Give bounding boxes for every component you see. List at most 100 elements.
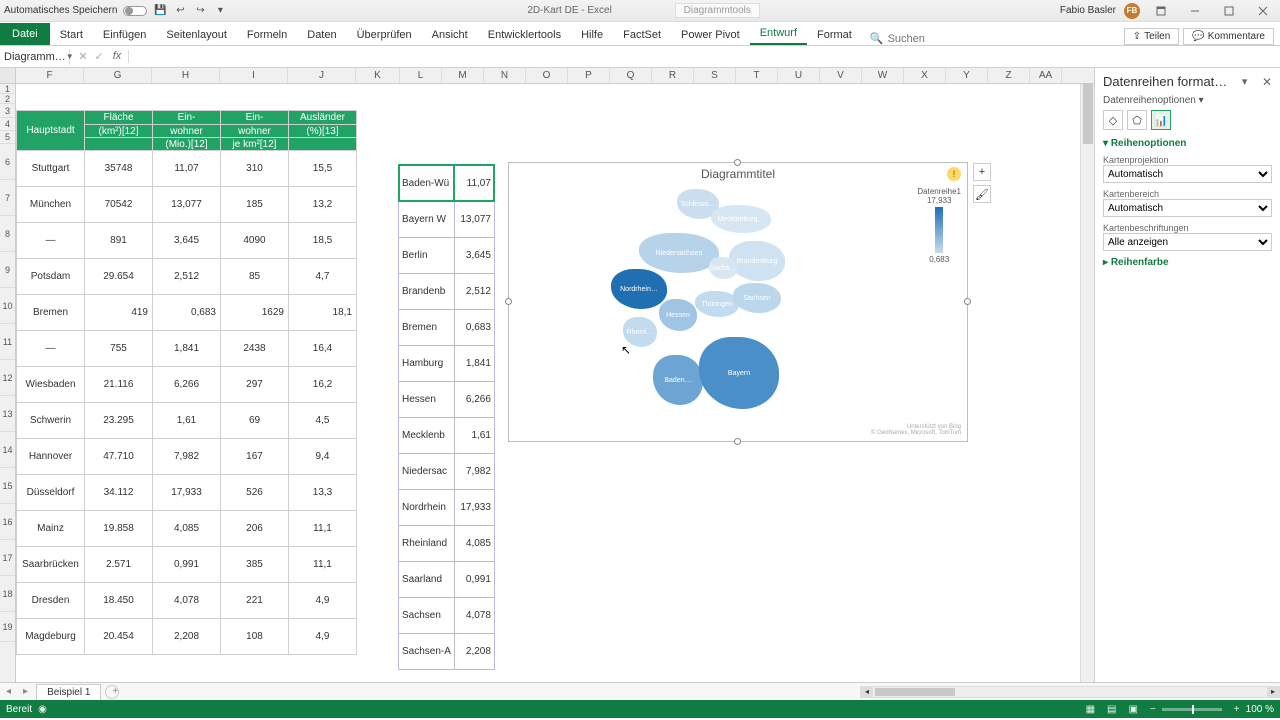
resize-handle[interactable] [505, 298, 512, 305]
map-region[interactable]: Sachs… [709, 257, 737, 279]
autosave-toggle[interactable] [123, 6, 147, 16]
share-button[interactable]: ⇪Teilen [1124, 28, 1180, 45]
chevron-down-icon[interactable]: ▾ [1199, 95, 1204, 106]
column-header[interactable]: Z [988, 68, 1030, 83]
close-button[interactable] [1250, 2, 1276, 20]
column-header[interactable]: J [288, 68, 356, 83]
column-header[interactable]: V [820, 68, 862, 83]
column-header[interactable]: Y [946, 68, 988, 83]
sheet-nav-next[interactable]: ▸ [17, 686, 34, 697]
column-header[interactable]: H [152, 68, 220, 83]
ribbon-options-icon[interactable] [1148, 2, 1174, 20]
row-header[interactable]: 5 [0, 131, 15, 144]
redo-icon[interactable]: ↪ [193, 4, 207, 18]
scrollbar-thumb[interactable] [1083, 84, 1093, 144]
tab-ueberpruefen[interactable]: Überprüfen [347, 25, 422, 45]
column-header[interactable]: G [84, 68, 152, 83]
scroll-right-icon[interactable]: ▸ [1267, 687, 1279, 697]
user-avatar[interactable]: FB [1124, 3, 1140, 19]
select-all-corner[interactable] [0, 68, 16, 83]
save-icon[interactable]: 💾 [153, 4, 167, 18]
chart-warning-icon[interactable]: ! [947, 167, 961, 181]
map-region[interactable]: Hessen [659, 299, 697, 331]
view-normal-icon[interactable]: ▦ [1086, 704, 1095, 715]
comments-button[interactable]: 💬Kommentare [1183, 28, 1274, 45]
chart-elements-button[interactable]: + [973, 163, 991, 181]
scrollbar-thumb[interactable] [875, 688, 955, 696]
resize-handle[interactable] [734, 159, 741, 166]
macro-record-icon[interactable]: ◉ [38, 704, 47, 715]
map-region[interactable]: Baden… [653, 355, 703, 405]
tab-daten[interactable]: Daten [297, 25, 346, 45]
row-header[interactable]: 12 [0, 360, 15, 396]
zoom-out-button[interactable]: − [1150, 704, 1156, 715]
sheet-nav-prev[interactable]: ◂ [0, 686, 17, 697]
tab-formeln[interactable]: Formeln [237, 25, 297, 45]
tab-hilfe[interactable]: Hilfe [571, 25, 613, 45]
worksheet[interactable]: FGHIJKLMNOPQRSTUVWXYZAA 1234567891011121… [0, 68, 1094, 682]
section-series-color[interactable]: Reihenfarbe [1103, 257, 1272, 268]
series-options-icon[interactable]: 📊 [1151, 110, 1171, 130]
tab-factset[interactable]: FactSet [613, 25, 671, 45]
row-header[interactable]: 19 [0, 612, 15, 642]
pane-dropdown-icon[interactable]: ▾ [1242, 75, 1248, 88]
row-header[interactable]: 2 [0, 94, 15, 104]
row-header[interactable]: 16 [0, 504, 15, 540]
column-header[interactable]: T [736, 68, 778, 83]
effects-options-icon[interactable]: ⬠ [1127, 110, 1147, 130]
column-header[interactable]: AA [1030, 68, 1062, 83]
cancel-formula-icon[interactable]: ✕ [76, 50, 90, 63]
column-header[interactable]: K [356, 68, 400, 83]
view-pagebreak-icon[interactable]: ▣ [1129, 704, 1138, 715]
tab-format[interactable]: Format [807, 25, 862, 45]
projection-select[interactable]: Automatisch [1103, 165, 1272, 183]
map-region[interactable]: Brandenburg [729, 241, 785, 281]
tab-einfuegen[interactable]: Einfügen [93, 25, 156, 45]
map-area-select[interactable]: Automatisch [1103, 199, 1272, 217]
column-header[interactable]: L [400, 68, 442, 83]
row-header[interactable]: 6 [0, 144, 15, 180]
undo-icon[interactable]: ↩ [173, 4, 187, 18]
chart-styles-button[interactable]: 🖌 [973, 185, 991, 203]
tab-powerpivot[interactable]: Power Pivot [671, 25, 750, 45]
row-header[interactable]: 14 [0, 432, 15, 468]
sheet-tab[interactable]: Beispiel 1 [36, 684, 101, 700]
add-sheet-button[interactable]: + [105, 685, 119, 699]
zoom-in-button[interactable]: + [1234, 704, 1240, 715]
enter-formula-icon[interactable]: ✓ [92, 50, 106, 63]
section-series-options[interactable]: Reihenoptionen [1103, 138, 1272, 149]
row-header[interactable]: 15 [0, 468, 15, 504]
vertical-scrollbar[interactable] [1080, 84, 1094, 682]
row-header[interactable]: 10 [0, 288, 15, 324]
view-layout-icon[interactable]: ▤ [1107, 704, 1116, 715]
map-region[interactable]: Niedersachsen [639, 233, 719, 273]
resize-handle[interactable] [734, 438, 741, 445]
column-header[interactable]: W [862, 68, 904, 83]
horizontal-scrollbar[interactable]: ◂ ▸ [860, 686, 1280, 698]
map-region[interactable]: Sachsen [733, 283, 781, 313]
row-header[interactable]: 11 [0, 324, 15, 360]
row-header[interactable]: 13 [0, 396, 15, 432]
map-region[interactable]: Bayern [699, 337, 779, 409]
row-header[interactable]: 7 [0, 180, 15, 216]
column-header[interactable]: X [904, 68, 946, 83]
tab-seitenlayout[interactable]: Seitenlayout [156, 25, 237, 45]
tab-entwicklertools[interactable]: Entwicklertools [478, 25, 571, 45]
column-header[interactable]: M [442, 68, 484, 83]
map-region[interactable]: Rheinl… [623, 317, 657, 347]
map-chart[interactable]: ! Diagrammtitel Datenreihe1 17,933 0,683… [508, 162, 968, 442]
scroll-left-icon[interactable]: ◂ [861, 687, 873, 697]
maximize-button[interactable] [1216, 2, 1242, 20]
column-header[interactable]: I [220, 68, 288, 83]
formula-input[interactable] [129, 49, 1280, 64]
row-header[interactable]: 17 [0, 540, 15, 576]
map-region[interactable]: Mecklenburg… [711, 205, 771, 233]
map-labels-select[interactable]: Alle anzeigen [1103, 233, 1272, 251]
minimize-button[interactable] [1182, 2, 1208, 20]
tab-ansicht[interactable]: Ansicht [422, 25, 478, 45]
column-header[interactable]: N [484, 68, 526, 83]
qat-custom-icon[interactable]: ▾ [213, 4, 227, 18]
column-header[interactable]: U [778, 68, 820, 83]
tab-start[interactable]: Start [50, 25, 93, 45]
tab-datei[interactable]: Datei [0, 23, 50, 45]
